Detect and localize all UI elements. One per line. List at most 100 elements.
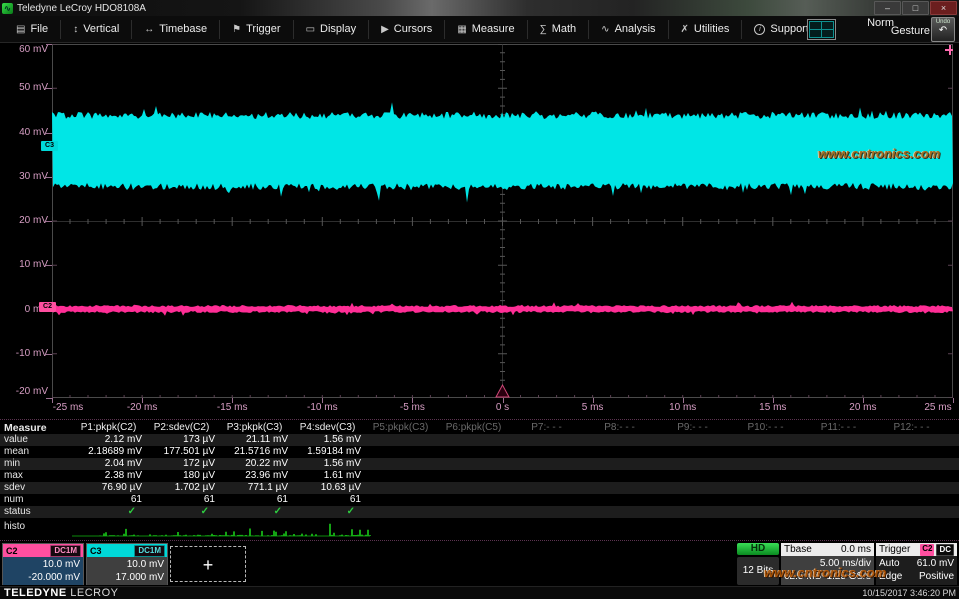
measure-column-header-p11[interactable]: P11:- - - xyxy=(802,422,875,434)
channel-c3-descriptor[interactable]: C3 DC1M 10.0 mV 17.000 mV xyxy=(86,543,168,585)
measure-column-header-p12[interactable]: P12:- - - xyxy=(875,422,948,434)
measure-column-header-p2[interactable]: P2:sdev(C2) xyxy=(145,422,218,434)
menu-item-cursors[interactable]: ▶Cursors xyxy=(369,20,445,39)
x-axis-label: -15 ms xyxy=(202,402,262,413)
measure-cell xyxy=(510,482,583,494)
measure-column-header-p10[interactable]: P10:- - - xyxy=(729,422,802,434)
measure-cell xyxy=(729,482,802,494)
trigger-slope: Positive xyxy=(919,570,954,583)
x-axis-tick xyxy=(593,398,594,403)
math-icon: ∑ xyxy=(540,24,547,35)
measure-row-label: value xyxy=(0,434,72,446)
channel-c3-offset: 17.000 mV xyxy=(87,571,164,584)
measure-cell xyxy=(802,434,875,446)
measure-cell xyxy=(875,470,948,482)
menu-item-math[interactable]: ∑ Math xyxy=(528,20,590,39)
app-icon: ∿ xyxy=(2,3,13,14)
measure-cell xyxy=(729,446,802,458)
measure-cell: 61 xyxy=(72,494,145,506)
measure-cell xyxy=(583,458,656,470)
measure-column-header-p7[interactable]: P7:- - - xyxy=(510,422,583,434)
menu-item-label: Math xyxy=(552,23,576,35)
measure-cell: 61 xyxy=(291,494,364,506)
status-check: ✓ xyxy=(291,506,364,518)
brand-logo: TELEDYNE LECROY xyxy=(4,587,119,599)
measure-cell xyxy=(510,494,583,506)
channel-c3-coupling-badge: DC1M xyxy=(134,545,165,557)
hd-mode-badge[interactable]: HD xyxy=(737,543,779,555)
menu-item-analysis[interactable]: ∿ Analysis xyxy=(589,20,668,39)
menu-item-label: Display xyxy=(320,23,356,35)
measure-cell xyxy=(437,470,510,482)
timebase-label: Tbase xyxy=(784,544,812,555)
menu-item-display[interactable]: ▭Display xyxy=(294,20,370,39)
trigger-mode-line: Auto 61.0 mV xyxy=(879,557,954,570)
measure-row-max: max2.38 mV180 µV23.96 mV1.61 mV xyxy=(0,470,959,482)
grid-display-button[interactable] xyxy=(807,19,836,40)
measure-cell xyxy=(875,458,948,470)
y-axis-tick xyxy=(46,265,52,266)
measure-cell xyxy=(364,482,437,494)
analysis-icon: ∿ xyxy=(601,24,609,35)
measure-cell xyxy=(875,434,948,446)
window-title: Teledyne LeCroy HDO8108A xyxy=(17,3,146,14)
y-axis-label: -10 mV xyxy=(2,348,48,359)
c3-trace-marker[interactable]: C3 xyxy=(41,141,58,151)
channel-c3-scale: 10.0 mV xyxy=(87,558,164,571)
measure-row-mean: mean2.18689 mV177.501 µV21.5716 mV1.5918… xyxy=(0,446,959,458)
status-check xyxy=(729,506,802,518)
menu-item-label: Analysis xyxy=(615,23,656,35)
measure-column-header-p8[interactable]: P8:- - - xyxy=(583,422,656,434)
measure-column-header-p3[interactable]: P3:pkpk(C3) xyxy=(218,422,291,434)
status-check xyxy=(875,506,948,518)
menu-item-file[interactable]: ▤File xyxy=(4,20,61,39)
x-axis-label: 10 ms xyxy=(653,402,713,413)
measure-column-header-p4[interactable]: P4:sdev(C3) xyxy=(291,422,364,434)
waveform-grid xyxy=(52,44,953,398)
y-axis-tick xyxy=(46,221,52,222)
timebase-icon: ↔ xyxy=(144,24,154,35)
menu-item-utilities[interactable]: ✗Utilities xyxy=(669,20,743,39)
measure-cell xyxy=(656,470,729,482)
menu-item-label: Timebase xyxy=(159,23,207,35)
x-axis-label: -20 ms xyxy=(112,402,172,413)
measure-column-header-p9[interactable]: P9:- - - xyxy=(656,422,729,434)
minimize-button[interactable]: – xyxy=(874,1,901,15)
menu-item-label: Utilities xyxy=(694,23,729,35)
measure-row-label: status xyxy=(0,506,72,518)
measure-header-row: MeasureP1:pkpk(C2)P2:sdev(C2)P3:pkpk(C3)… xyxy=(0,422,959,434)
add-trace-button[interactable]: + xyxy=(170,546,246,582)
measure-cell xyxy=(729,458,802,470)
measure-cell xyxy=(364,446,437,458)
measure-cell xyxy=(656,446,729,458)
channel-c2-descriptor[interactable]: C2 DC1M 10.0 mV -20.000 mV xyxy=(2,543,84,585)
x-axis-label: 25 ms xyxy=(908,402,959,413)
x-axis-tick xyxy=(412,398,413,403)
c2-trace-marker[interactable]: C2 xyxy=(39,302,56,312)
y-axis-label: 40 mV xyxy=(2,127,48,138)
x-axis-label: 20 ms xyxy=(833,402,893,413)
close-button[interactable]: × xyxy=(930,1,957,15)
timebase-descriptor[interactable]: Tbase 0.0 ms 5.00 ms/div 62.5 MS 1.25 GS… xyxy=(781,543,874,585)
datetime-label: 10/15/2017 3:46:20 PM xyxy=(862,588,956,598)
measure-column-header-p1[interactable]: P1:pkpk(C2) xyxy=(72,422,145,434)
measure-cell: 61 xyxy=(145,494,218,506)
menu-item-timebase[interactable]: ↔ Timebase xyxy=(132,20,220,39)
measure-column-header-p5[interactable]: P5:pkpk(C3) xyxy=(364,422,437,434)
maximize-button[interactable]: □ xyxy=(902,1,929,15)
x-axis-label: -25 ms xyxy=(38,402,98,413)
measure-cell xyxy=(656,482,729,494)
menu-item-trigger[interactable]: ⚑Trigger xyxy=(220,20,293,39)
measure-row-sdev: sdev76.90 µV1.702 µV771.1 µV10.63 µV xyxy=(0,482,959,494)
measure-cell xyxy=(656,434,729,446)
measure-cell xyxy=(875,494,948,506)
brand-bold: TELEDYNE xyxy=(4,587,67,599)
measure-column-header-p6[interactable]: P6:pkpk(C5) xyxy=(437,422,510,434)
trigger-descriptor[interactable]: Trigger C2 DC Auto 61.0 mV Edge Positive xyxy=(876,543,957,585)
measure-cell: 180 µV xyxy=(145,470,218,482)
channel-c3-header: C3 DC1M xyxy=(87,544,167,557)
undo-button[interactable]: Undo ↶ xyxy=(931,17,955,42)
menu-item-measure[interactable]: ▦Measure xyxy=(445,20,527,39)
menu-item-vertical[interactable]: ↕Vertical xyxy=(61,20,132,39)
menu-item-label: Vertical xyxy=(83,23,119,35)
